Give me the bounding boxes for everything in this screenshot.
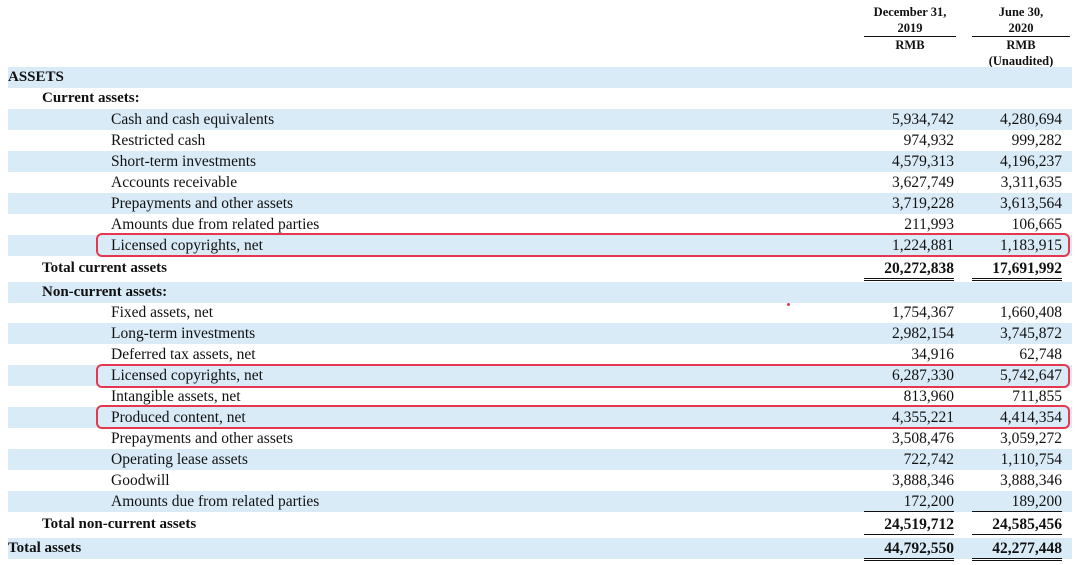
value-2020: 3,059,272 [1000,430,1062,447]
row-label: Prepayments and other assets [111,430,294,447]
non-current-assets-heading: Non-current assets: [42,284,168,300]
total-non-current-assets-row: Total non-current assets 24,519,712 24,5… [8,514,1072,535]
value-2020: 17,691,992 [972,258,1062,281]
value-2020: 4,196,237 [1000,153,1062,170]
value-2020: 4,280,694 [1000,111,1062,128]
value-2019: 3,508,476 [892,430,954,447]
table-row: Amounts due from related parties 211,993… [8,214,1072,235]
value-2019: 2,982,154 [892,325,954,342]
value-2019: 813,960 [903,388,954,405]
table-row: Prepayments and other assets 3,719,228 3… [8,193,1072,214]
value-2019: 34,916 [911,346,954,363]
row-label: Short-term investments [111,153,257,170]
value-2019: 3,719,228 [892,195,954,212]
row-label: Total non-current assets [42,516,197,532]
row-label: Long-term investments [111,325,256,342]
row-label: Amounts due from related parties [111,216,320,233]
value-2019: 20,272,838 [864,258,954,281]
table-row: Fixed assets, net 1,754,367 1,660,408 [8,302,1072,323]
value-2019: 5,934,742 [892,111,954,128]
table-row: Cash and cash equivalents 5,934,742 4,28… [8,109,1072,130]
value-2020: 3,888,346 [1000,472,1062,489]
header-2019-line2: 2019 [864,20,956,37]
value-2019: 1,754,367 [892,304,954,321]
value-2020: 711,855 [1012,388,1062,405]
table-row: Intangible assets, net 813,960 711,855 [8,386,1072,407]
row-label: Prepayments and other assets [111,195,294,212]
highlight-box-produced-content [96,405,1070,429]
header-2019-line3: RMB [895,38,925,52]
value-2019: 211,993 [904,216,954,233]
total-current-assets-row: Total current assets 20,272,838 17,691,9… [8,258,1072,281]
row-label: Deferred tax assets, net [111,346,256,363]
table-row: Restricted cash 974,932 999,282 [8,130,1072,151]
value-2020: 42,277,448 [972,538,1062,561]
value-2019: 3,627,749 [892,174,954,191]
current-assets-heading: Current assets: [42,90,140,106]
value-2020: 3,311,635 [1000,174,1062,191]
value-2020: 24,585,456 [972,514,1062,535]
value-2020: 1,660,408 [1000,304,1062,321]
row-label: Operating lease assets [111,451,248,468]
table-row: Long-term investments 2,982,154 3,745,87… [8,323,1072,344]
header-2019-line1: December 31, [873,5,947,19]
value-2019: 4,579,313 [892,153,954,170]
value-2019: 24,519,712 [864,514,954,535]
value-2020: 106,665 [1011,216,1062,233]
highlight-box-licensed-copyrights-current [96,233,1070,257]
highlight-box-licensed-copyrights-non-current [96,364,1070,388]
value-2019: 44,792,550 [864,538,954,561]
row-label: Restricted cash [111,132,206,149]
row-label: Total current assets [42,260,167,276]
column-header-2020: June 30, 2020 RMB (Unaudited) [972,4,1070,69]
row-label: Accounts receivable [111,174,238,191]
value-2020: 189,200 [972,491,1062,512]
value-2020: 62,748 [1019,346,1062,363]
value-2020: 3,613,564 [1000,195,1062,212]
value-2019: 722,742 [903,451,954,468]
value-2019: 974,932 [903,132,954,149]
red-dot-mark [787,303,790,306]
row-label: Total assets [8,540,82,556]
table-row: Amounts due from related parties 172,200… [8,491,1072,512]
non-current-assets-heading-row: Non-current assets: [8,282,1072,303]
row-label: Fixed assets, net [111,304,214,321]
header-2020-line1: June 30, [998,5,1044,19]
value-2020: 3,745,872 [1000,325,1062,342]
row-label: Amounts due from related parties [111,493,320,510]
column-header-2019: December 31, 2019 RMB [864,4,956,53]
table-row: Prepayments and other assets 3,508,476 3… [8,428,1072,449]
value-2020: 999,282 [1011,132,1062,149]
assets-heading-row: ASSETS [8,67,1072,88]
header-2020-line2: 2020 [972,20,1070,37]
current-assets-heading-row: Current assets: [8,88,1072,109]
table-row: Accounts receivable 3,627,749 3,311,635 [8,172,1072,193]
value-2020: 1,110,754 [1000,451,1062,468]
value-2019: 172,200 [864,491,954,512]
header-2020-line4: (Unaudited) [988,54,1054,68]
section-title: ASSETS [8,69,64,85]
total-assets-row: Total assets 44,792,550 42,277,448 [8,538,1072,561]
row-label: Cash and cash equivalents [111,111,275,128]
table-row: Goodwill 3,888,346 3,888,346 [8,470,1072,491]
value-2019: 3,888,346 [892,472,954,489]
table-row: Deferred tax assets, net 34,916 62,748 [8,344,1072,365]
row-label: Goodwill [111,472,170,489]
row-label: Intangible assets, net [111,388,241,405]
table-row: Short-term investments 4,579,313 4,196,2… [8,151,1072,172]
table-row: Operating lease assets 722,742 1,110,754 [8,449,1072,470]
header-2020-line3: RMB [1006,38,1036,52]
